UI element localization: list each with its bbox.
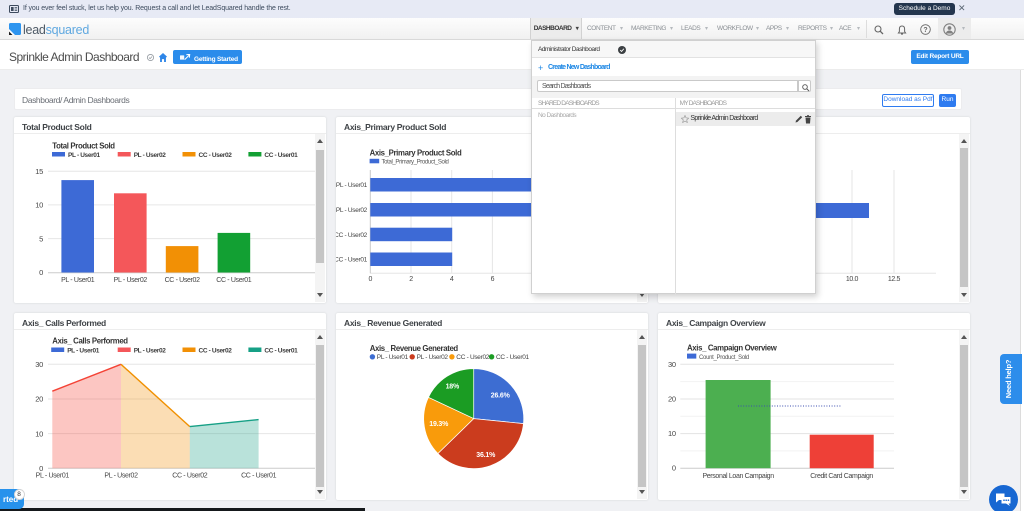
svg-text:19.3%: 19.3% [429, 421, 449, 428]
svg-text:CC - User02: CC - User02 [199, 347, 233, 354]
svg-text:PL - User01: PL - User01 [377, 354, 409, 361]
svg-text:CC - User02: CC - User02 [456, 354, 490, 361]
svg-text:?: ? [923, 27, 927, 34]
svg-text:18%: 18% [446, 384, 460, 391]
svg-text:CC - User01: CC - User01 [496, 354, 530, 361]
svg-text:0: 0 [369, 276, 373, 283]
svg-text:36.1%: 36.1% [476, 452, 496, 459]
svg-text:CC - User02: CC - User02 [165, 277, 201, 284]
svg-text:PL - User01: PL - User01 [336, 182, 368, 189]
svg-text:PL - User02: PL - User02 [336, 207, 368, 214]
svg-text:CC - User01: CC - User01 [336, 257, 368, 264]
svg-text:30: 30 [668, 360, 676, 369]
svg-text:PL - User01: PL - User01 [61, 277, 95, 284]
svg-text:CC - User02: CC - User02 [336, 232, 368, 239]
svg-text:30: 30 [35, 360, 43, 369]
svg-text:10: 10 [35, 201, 43, 210]
svg-text:PL - User02: PL - User02 [104, 472, 138, 479]
svg-text:Total Product Sold: Total Product Sold [52, 142, 115, 151]
svg-text:Axis_ Revenue Generated: Axis_ Revenue Generated [370, 344, 459, 353]
svg-text:Axis_ Campaign Overview: Axis_ Campaign Overview [687, 344, 778, 353]
svg-text:0: 0 [39, 268, 43, 277]
svg-text:Axis_ Calls Performed: Axis_ Calls Performed [52, 337, 128, 346]
svg-text:PL - User01: PL - User01 [67, 347, 100, 354]
svg-text:Axis_Primary Product Sold: Axis_Primary Product Sold [370, 149, 462, 158]
svg-text:20: 20 [35, 395, 43, 404]
svg-text:PL - User02: PL - User02 [114, 277, 148, 284]
svg-text:6: 6 [491, 276, 495, 283]
svg-text:PL - User01: PL - User01 [36, 472, 70, 479]
svg-text:20: 20 [668, 395, 676, 404]
svg-text:10: 10 [668, 429, 676, 438]
svg-text:Total_Primary_Product_Sold: Total_Primary_Product_Sold [382, 160, 449, 166]
svg-text:10: 10 [35, 429, 43, 438]
svg-text:2: 2 [409, 276, 413, 283]
svg-text:CC - User02: CC - User02 [199, 152, 233, 159]
svg-text:Personal Loan Campaign: Personal Loan Campaign [702, 473, 774, 480]
svg-text:Count_Product_Sold: Count_Product_Sold [699, 355, 749, 361]
svg-text:PL - User02: PL - User02 [134, 347, 167, 354]
svg-text:CC - User01: CC - User01 [264, 347, 298, 354]
svg-text:15: 15 [35, 167, 43, 176]
svg-text:5: 5 [39, 234, 43, 243]
svg-text:CC - User01: CC - User01 [216, 277, 252, 284]
svg-text:12.5: 12.5 [888, 276, 901, 283]
svg-text:PL - User02: PL - User02 [417, 354, 449, 361]
svg-text:10.0: 10.0 [846, 276, 859, 283]
svg-text:26.6%: 26.6% [491, 392, 511, 399]
svg-text:PL - User02: PL - User02 [134, 152, 167, 159]
svg-text:Credit Card Campaign: Credit Card Campaign [810, 473, 873, 480]
svg-text:PL - User01: PL - User01 [68, 152, 101, 159]
svg-text:4: 4 [450, 276, 454, 283]
svg-text:CC - User01: CC - User01 [264, 152, 298, 159]
svg-text:CC - User02: CC - User02 [172, 472, 208, 479]
svg-text:CC - User01: CC - User01 [241, 472, 277, 479]
svg-text:0: 0 [672, 464, 676, 473]
